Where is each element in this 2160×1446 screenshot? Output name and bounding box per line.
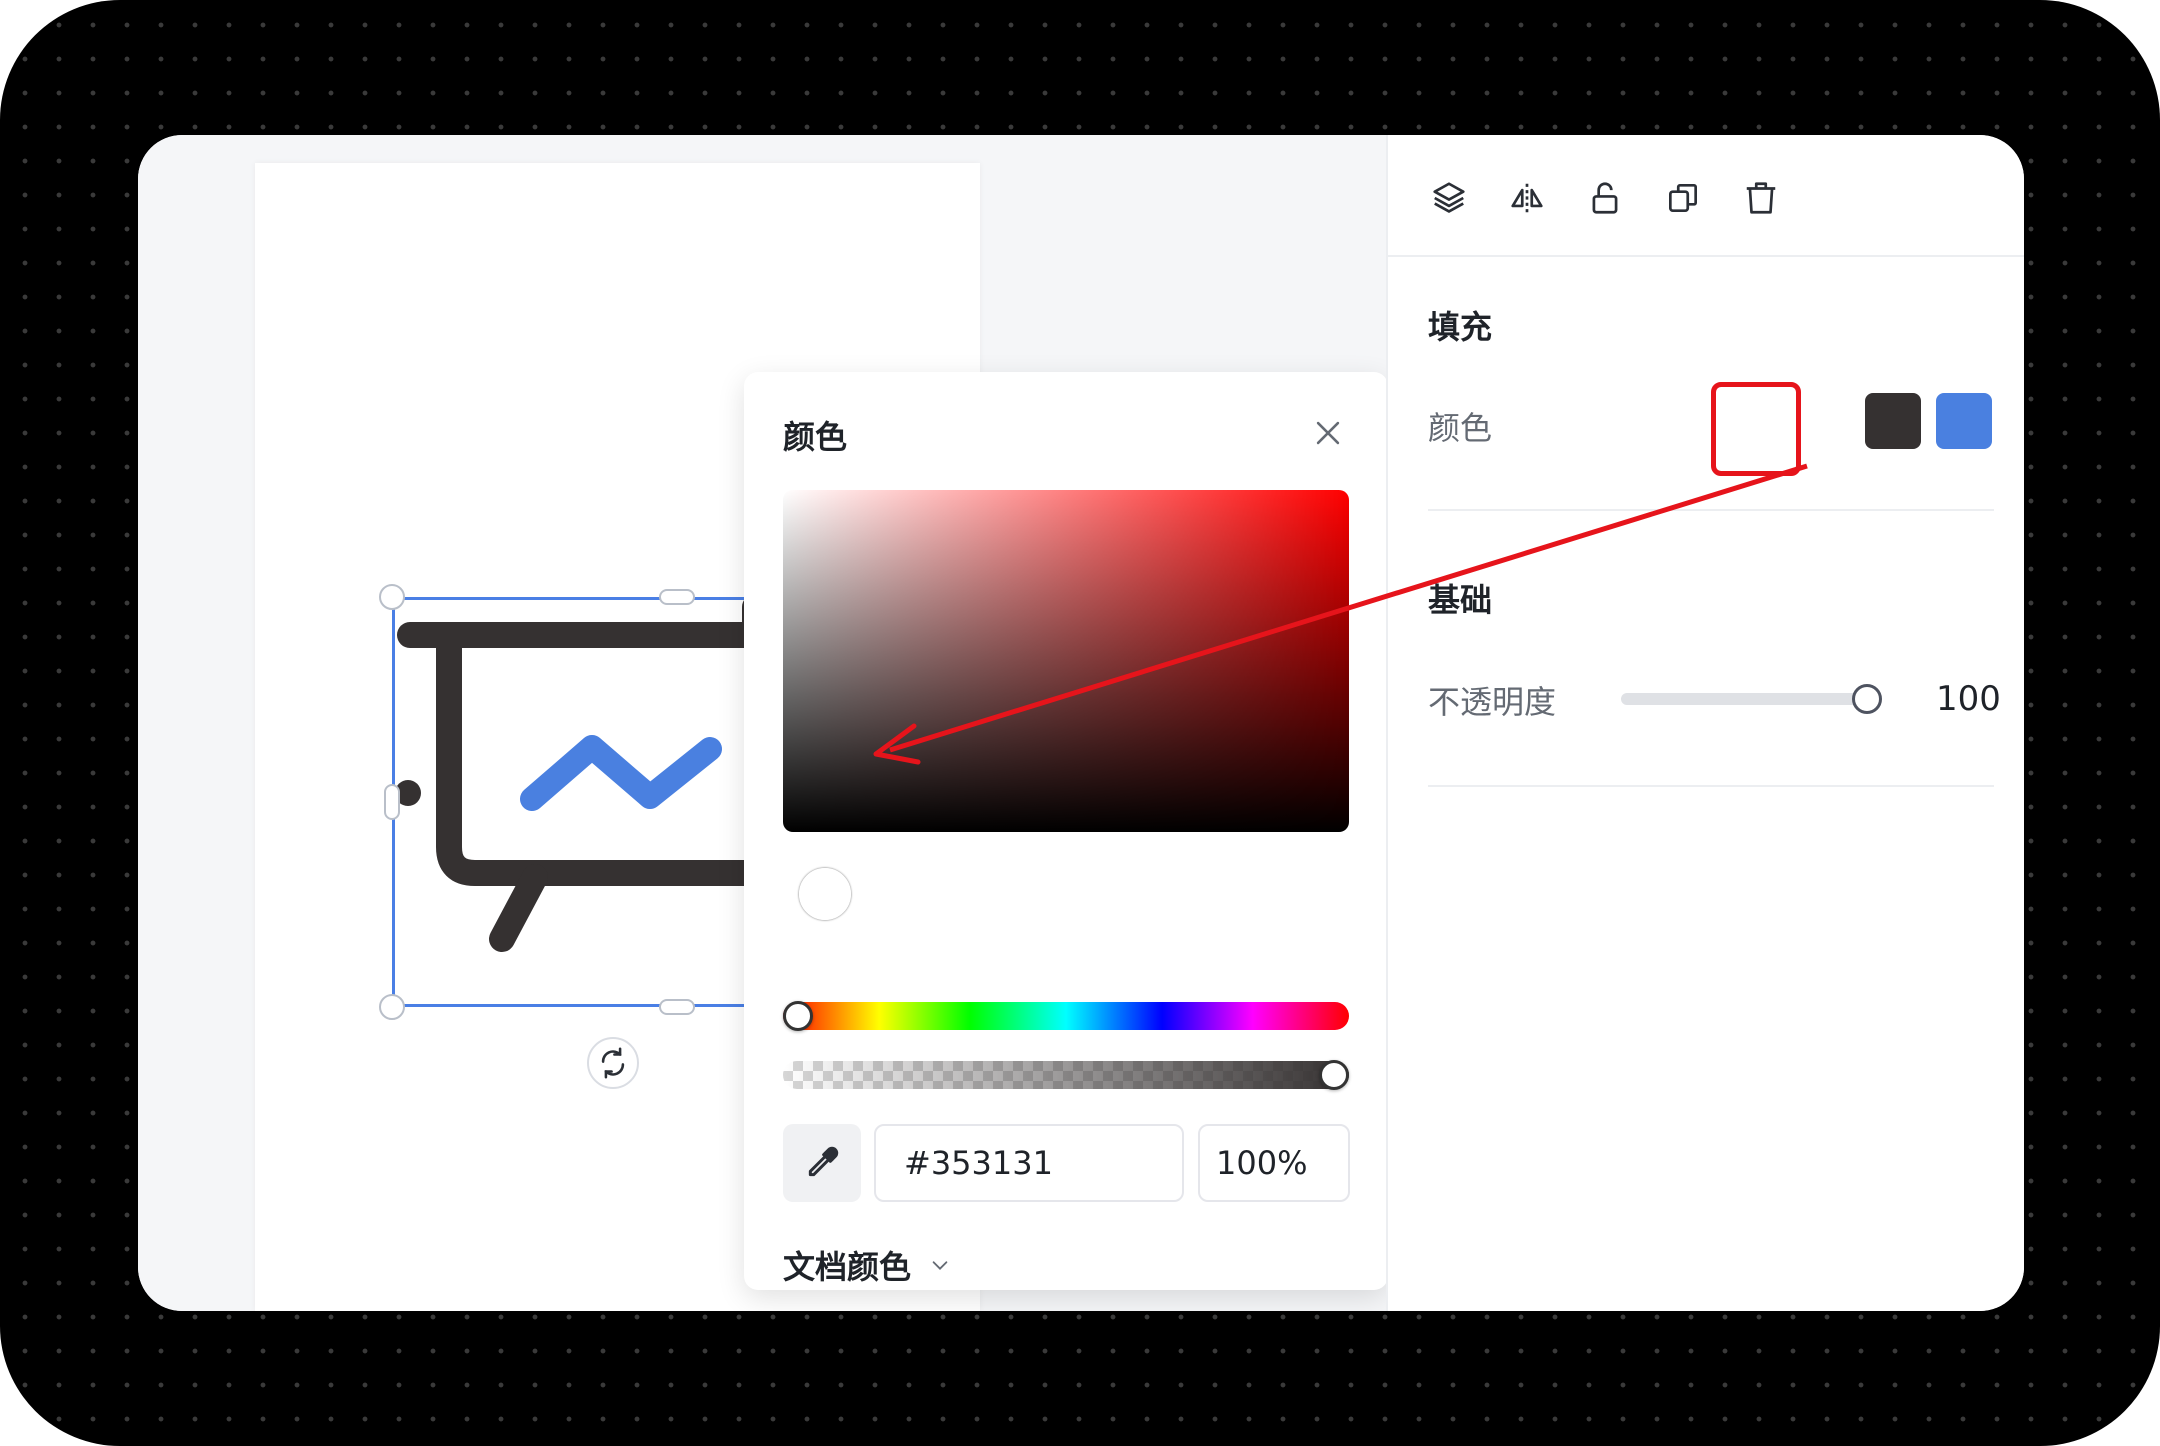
fill-section-divider: [1428, 509, 1994, 511]
resize-handle-bottom-left[interactable]: [379, 994, 405, 1020]
fill-color-swatch-primary[interactable]: [1865, 393, 1921, 449]
resize-handle-top[interactable]: [659, 589, 695, 605]
saturation-value-area[interactable]: [783, 490, 1349, 832]
canvas-area: 颜色 #353131 100% 文档颜色: [138, 135, 1388, 1311]
alpha-slider[interactable]: [783, 1061, 1349, 1089]
alpha-percent-input[interactable]: 100%: [1198, 1124, 1350, 1202]
close-icon[interactable]: [1311, 416, 1345, 450]
opacity-value[interactable]: 100: [1936, 679, 2001, 719]
resize-handle-top-left[interactable]: [379, 584, 405, 610]
rotate-button[interactable]: [587, 1037, 639, 1089]
fill-color-label: 颜色: [1428, 409, 1493, 447]
opacity-slider-knob[interactable]: [1852, 684, 1882, 714]
alpha-slider-knob[interactable]: [1319, 1060, 1349, 1090]
toolbar-divider: [1388, 255, 2024, 257]
resize-handle-bottom[interactable]: [659, 999, 695, 1015]
rotate-icon: [601, 1047, 625, 1079]
hue-slider-knob[interactable]: [783, 1001, 813, 1031]
popup-title: 颜色: [783, 418, 848, 456]
annotation-highlight-box: [1711, 382, 1801, 476]
object-toolbar: [1428, 177, 1782, 219]
eyedropper-button[interactable]: [783, 1124, 861, 1202]
color-picker-popup: 颜色 #353131 100% 文档颜色: [744, 372, 1388, 1290]
resize-handle-left[interactable]: [384, 784, 400, 820]
duplicate-icon[interactable]: [1662, 177, 1704, 219]
saturation-value-cursor[interactable]: [799, 868, 851, 920]
document-colors-label: 文档颜色: [783, 1248, 912, 1286]
opacity-label: 不透明度: [1428, 683, 1557, 721]
delete-icon[interactable]: [1740, 177, 1782, 219]
layers-icon[interactable]: [1428, 177, 1470, 219]
flip-icon[interactable]: [1506, 177, 1548, 219]
base-section-title: 基础: [1428, 581, 1493, 619]
hue-slider[interactable]: [783, 1002, 1349, 1030]
fill-section-title: 填充: [1428, 308, 1493, 346]
eyedropper-icon: [808, 1146, 839, 1177]
document-colors-header[interactable]: 文档颜色: [783, 1242, 951, 1288]
opacity-slider[interactable]: [1621, 693, 1867, 705]
properties-panel: 填充 颜色 基础 不透明度: [1386, 135, 2024, 1311]
base-section-divider: [1428, 785, 1994, 787]
unlock-icon[interactable]: [1584, 177, 1626, 219]
fill-color-swatch-secondary[interactable]: [1936, 393, 1992, 449]
chevron-down-icon: [932, 1261, 948, 1270]
hex-color-input[interactable]: #353131: [874, 1124, 1184, 1202]
editor-window: 颜色 #353131 100% 文档颜色 填充 颜色 基础 不透明度: [138, 135, 2024, 1311]
